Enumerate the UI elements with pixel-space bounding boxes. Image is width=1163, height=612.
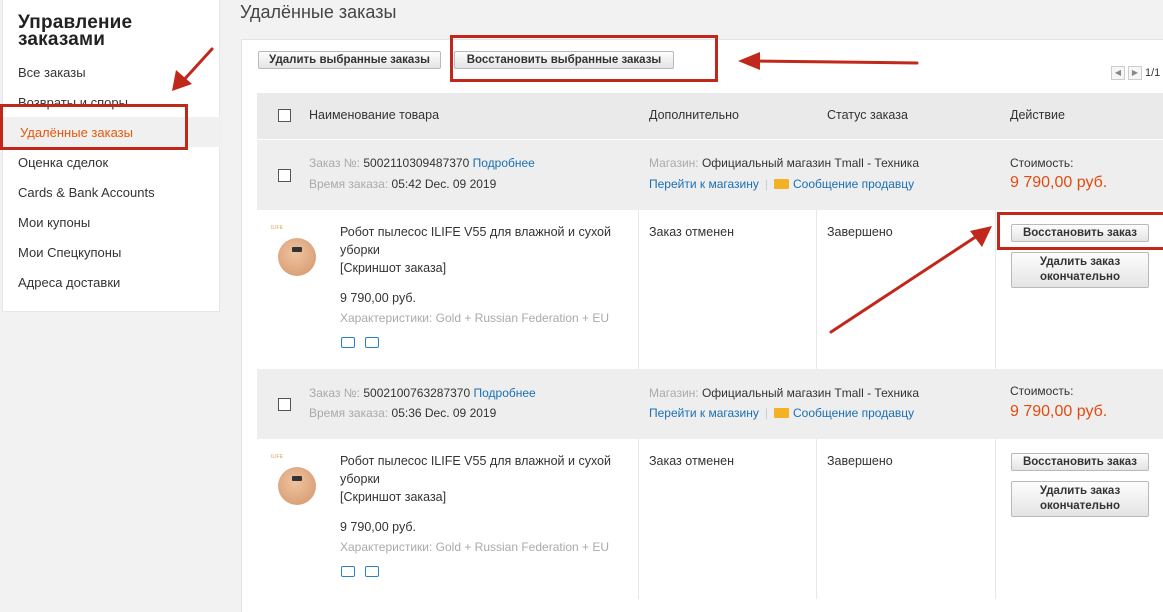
arrow-restore-selected-head	[738, 52, 760, 70]
arrow-restore-order-head	[970, 226, 992, 247]
annotation-arrows	[172, 47, 992, 334]
arrow-sidebar	[180, 47, 214, 84]
arrow-restore-selected	[754, 59, 919, 65]
arrow-restore-order	[829, 234, 979, 334]
